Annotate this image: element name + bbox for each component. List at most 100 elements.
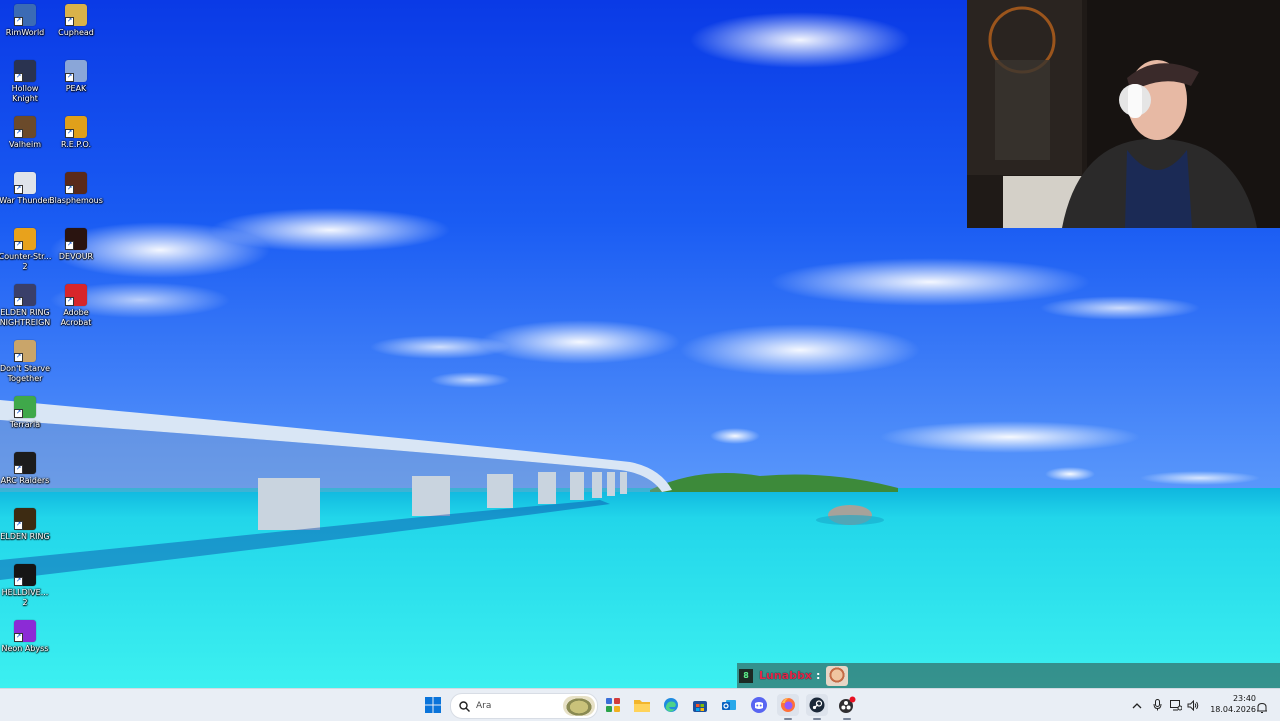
microphone-button[interactable]: [1146, 699, 1168, 711]
desktop-icon-devour[interactable]: ↗ DEVOUR: [51, 228, 101, 262]
desktop-icon-blasphemous[interactable]: ↗ Blasphemous: [49, 172, 103, 206]
steam-button[interactable]: [806, 694, 828, 716]
peak-icon: ↗: [65, 60, 87, 82]
shortcut-arrow-icon: ↗: [14, 297, 23, 306]
desktop-icon-peak[interactable]: ↗ PEAK: [51, 60, 101, 94]
shortcut-arrow-icon: ↗: [14, 241, 23, 250]
search-placeholder: Ara: [476, 701, 492, 711]
start-button[interactable]: [422, 694, 444, 716]
helldivers-icon: ↗: [14, 564, 36, 586]
webcam-overlay: [967, 0, 1280, 228]
desktop-icon-neon-abyss[interactable]: ↗ Neon Abyss: [0, 620, 50, 654]
windows-logo-icon: [425, 697, 441, 713]
blasphemous-icon: ↗: [65, 172, 87, 194]
search-highlight-icon: [563, 696, 595, 716]
desktop-icon-label: R.E.P.O.: [60, 140, 92, 149]
shortcut-arrow-icon: ↗: [14, 129, 23, 138]
shortcut-arrow-icon: ↗: [65, 185, 74, 194]
bell-icon: [1257, 702, 1267, 713]
taskbar: Ara 23:40 18.04.2026: [0, 688, 1280, 721]
desktop-icon-elden-ring[interactable]: ↗ ELDEN RING: [0, 508, 50, 542]
shortcut-arrow-icon: ↗: [65, 73, 74, 82]
desktop-icon-label: Don't Starve Together: [0, 364, 51, 383]
desktop-icon-label: DEVOUR: [58, 252, 94, 261]
desktop-icon-label: ARC Raiders: [0, 476, 50, 485]
edge-icon: [664, 698, 678, 712]
desktop-icon-hollow-knight[interactable]: ↗ Hollow Knight: [0, 60, 50, 103]
volume-button[interactable]: [1184, 699, 1202, 711]
file-explorer-button[interactable]: [631, 694, 653, 716]
desktop-icon-label: Valheim: [9, 140, 41, 149]
nightreign-icon: ↗: [14, 284, 36, 306]
obs-button[interactable]: [836, 694, 858, 716]
desktop-icon-label: Cuphead: [58, 28, 94, 37]
shortcut-arrow-icon: ↗: [65, 129, 74, 138]
desktop-icon-valheim[interactable]: ↗ Valheim: [0, 116, 50, 150]
desktop-icon-label: ELDEN RING NIGHTREIGN: [0, 308, 51, 327]
desktop-icon-label: RimWorld: [5, 28, 45, 37]
devour-icon: ↗: [65, 228, 87, 250]
desktop-icon-repo[interactable]: ↗ R.E.P.O.: [51, 116, 101, 150]
folder-icon: [634, 700, 650, 712]
shortcut-arrow-icon: ↗: [65, 297, 74, 306]
desktop-icon-cuphead[interactable]: ↗ Cuphead: [51, 4, 101, 38]
firefox-button[interactable]: [777, 694, 799, 716]
counter-strike-icon: ↗: [14, 228, 36, 250]
steam-icon: [809, 697, 825, 713]
notifications-button[interactable]: [1256, 699, 1268, 713]
desktop-icon-terraria[interactable]: ↗ Terraria: [0, 396, 50, 430]
show-hidden-icons-button[interactable]: [1128, 702, 1146, 709]
neon-abyss-icon: ↗: [14, 620, 36, 642]
face-emote-icon: [826, 665, 849, 686]
microphone-icon: [1153, 699, 1161, 711]
desktop-icon-label: PEAK: [65, 84, 87, 93]
cuphead-icon: ↗: [65, 4, 87, 26]
chat-badge: 8: [739, 668, 753, 683]
desktop-icon-rimworld[interactable]: ↗ RimWorld: [0, 4, 50, 38]
desktop-icon-nightreign[interactable]: ↗ ELDEN RING NIGHTREIGN: [0, 284, 50, 327]
dont-starve-icon: ↗: [14, 340, 36, 362]
shortcut-arrow-icon: ↗: [14, 73, 23, 82]
chat-overlay: 8 Lunabbx :: [737, 663, 1280, 688]
store-button[interactable]: [689, 694, 711, 716]
shortcut-arrow-icon: ↗: [65, 241, 74, 250]
terraria-icon: ↗: [14, 396, 36, 418]
network-button[interactable]: [1168, 699, 1184, 711]
desktop-icon-label: Counter-Str... 2: [0, 252, 52, 271]
clock-date: 18.04.2026: [1210, 705, 1256, 714]
war-thunder-icon: ↗: [14, 172, 36, 194]
desktop-icon-war-thunder[interactable]: ↗ War Thunder: [0, 172, 51, 206]
repo-icon: ↗: [65, 116, 87, 138]
rimworld-icon: ↗: [14, 4, 36, 26]
desktop-icon-label: Hollow Knight: [11, 84, 39, 103]
shortcut-arrow-icon: ↗: [14, 633, 23, 642]
shortcut-arrow-icon: ↗: [14, 185, 23, 194]
edge-button[interactable]: [660, 694, 682, 716]
outlook-button[interactable]: [718, 694, 740, 716]
desktop-icon-helldivers[interactable]: ↗ HELLDIVE... 2: [0, 564, 50, 607]
firefox-icon: [781, 698, 795, 712]
widgets-icon: [606, 698, 620, 712]
shortcut-arrow-icon: ↗: [14, 521, 23, 530]
shortcut-arrow-icon: ↗: [14, 465, 23, 474]
acrobat-icon: ↗: [65, 284, 87, 306]
chat-username: Lunabbx: [759, 669, 812, 682]
desktop-icon-acrobat[interactable]: ↗ Adobe Acrobat: [51, 284, 101, 327]
store-icon: [693, 701, 707, 712]
desktop-icon-dont-starve[interactable]: ↗ Don't Starve Together: [0, 340, 50, 383]
search-input[interactable]: Ara: [450, 693, 598, 719]
shortcut-arrow-icon: ↗: [14, 577, 23, 586]
valheim-icon: ↗: [14, 116, 36, 138]
desktop-icon-label: HELLDIVE... 2: [1, 588, 49, 607]
network-icon: [1170, 699, 1182, 710]
system-tray: [1128, 689, 1202, 721]
desktop-icon-counter-strike[interactable]: ↗ Counter-Str... 2: [0, 228, 52, 271]
hollow-knight-icon: ↗: [14, 60, 36, 82]
search-icon: [459, 700, 470, 712]
desktop-icon-label: Blasphemous: [49, 196, 103, 205]
chat-separator: :: [815, 669, 821, 682]
taskbar-clock[interactable]: 23:40 18.04.2026: [1204, 693, 1256, 715]
desktop-icon-arc-raiders[interactable]: ↗ ARC Raiders: [0, 452, 50, 486]
discord-button[interactable]: [748, 694, 770, 716]
widgets-button[interactable]: [602, 694, 624, 716]
